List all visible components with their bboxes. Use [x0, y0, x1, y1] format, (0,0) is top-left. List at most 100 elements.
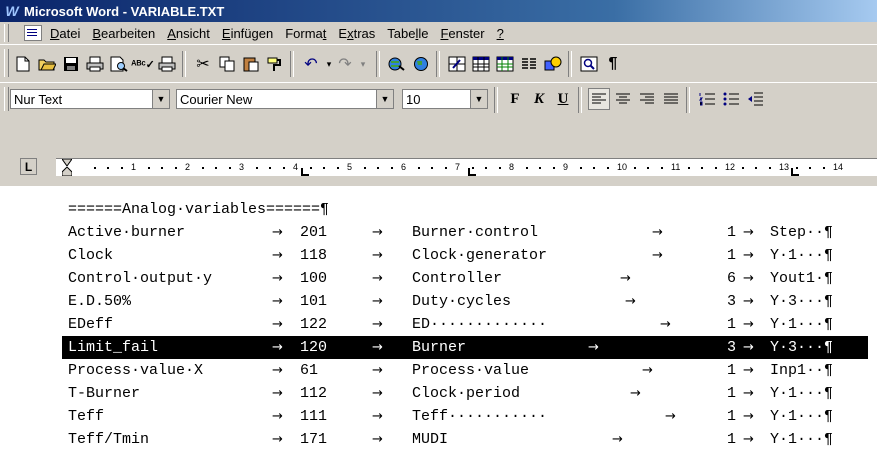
- ruler-tick: [579, 167, 582, 169]
- underline-button[interactable]: U: [552, 88, 574, 110]
- document-map-icon[interactable]: [578, 53, 600, 75]
- toolbar-grip[interactable]: [4, 49, 9, 77]
- first-line-indent-marker[interactable]: [61, 158, 73, 167]
- variable-id: 171: [300, 431, 328, 448]
- print-icon[interactable]: [84, 53, 106, 75]
- variable-block: Controller: [412, 270, 503, 287]
- text-line[interactable]: Process·value·X → 61 → Process·value → 1 → Inp1·…: [0, 359, 877, 382]
- insert-hyperlink-icon[interactable]: [386, 53, 408, 75]
- tab-selector[interactable]: L: [20, 158, 37, 175]
- menu-item-extras[interactable]: Extras: [332, 26, 381, 41]
- spelling-icon[interactable]: ᴬᴮᶜ✓: [131, 53, 155, 75]
- menu-item-fenster[interactable]: Fenster: [434, 26, 490, 41]
- bullet-list-icon[interactable]: [720, 88, 742, 110]
- variable-block: Burner: [412, 339, 467, 356]
- text-line[interactable]: Active·burner → 201 → Burner·control → 1 → Step·…: [0, 221, 877, 244]
- text-line[interactable]: Control·output·y → 100 → Controller → 6 → Yout1·…: [0, 267, 877, 290]
- columns-icon[interactable]: [518, 53, 540, 75]
- align-center-icon[interactable]: [612, 88, 634, 110]
- numbered-list-icon[interactable]: [696, 88, 718, 110]
- hanging-indent-marker[interactable]: [61, 166, 73, 177]
- ruler-number: 10: [617, 162, 628, 172]
- toolbar-grip[interactable]: [4, 87, 9, 111]
- insert-excel-icon[interactable]: [494, 53, 516, 75]
- drawing-icon[interactable]: [542, 53, 564, 75]
- redo-dropdown-icon[interactable]: ▾: [352, 53, 374, 75]
- tab-arrow-icon: →: [272, 248, 283, 263]
- horizontal-ruler[interactable]: 1 2 3 4 5 6 7 8 9 10 11 12 13 14: [56, 158, 877, 177]
- menu-bar: Datei Bearbeiten Ansicht Einfügen Format Extr…: [0, 22, 877, 45]
- menu-item-format[interactable]: Format: [279, 26, 332, 41]
- decrease-indent-icon[interactable]: [744, 88, 766, 110]
- text-line[interactable]: Clock → 118 → Clock·generator → 1 → Y·1···¶: [0, 244, 877, 267]
- ruler-tick: [417, 167, 420, 169]
- tab-arrow-icon: →: [372, 317, 383, 332]
- variable-block: ED·············: [412, 316, 548, 333]
- variable-name: Active·burner: [68, 224, 186, 241]
- ruler-tick: [161, 167, 163, 169]
- document-icon[interactable]: [24, 25, 42, 41]
- tab-arrow-icon: →: [743, 271, 754, 286]
- font-size-combo[interactable]: 10 ▼: [402, 89, 488, 109]
- open-folder-icon[interactable]: [36, 53, 58, 75]
- ruler-tick: [647, 167, 649, 169]
- menu-item-help[interactable]: ?: [491, 26, 510, 41]
- menubar-grip[interactable]: [4, 24, 9, 42]
- tab-stop-marker[interactable]: [301, 168, 309, 176]
- align-right-icon[interactable]: [636, 88, 658, 110]
- variable-count: 6: [727, 270, 737, 287]
- formatting-toolbar: Nur Text ▼ Courier New ▼ 10 ▼ F K U: [0, 82, 877, 118]
- print-preview-icon[interactable]: [108, 53, 130, 75]
- tab-arrow-icon: →: [743, 317, 754, 332]
- variable-id: 111: [300, 408, 328, 425]
- chevron-down-icon[interactable]: ▼: [376, 90, 393, 108]
- text-line[interactable]: T-Burner → 112 → Clock·period → 1 → Y·1···¶: [0, 382, 877, 405]
- menu-item-tabelle[interactable]: Tabelle: [381, 26, 434, 41]
- menu-item-einfügen[interactable]: Einfügen: [216, 26, 279, 41]
- style-combo[interactable]: Nur Text ▼: [10, 89, 170, 109]
- variable-output: Step··¶: [770, 224, 834, 241]
- text-line[interactable]: Teff → 111 → Teff··········· → 1 → Y·1···¶: [0, 405, 877, 428]
- new-document-icon[interactable]: [12, 53, 34, 75]
- tab-stop-marker[interactable]: [468, 168, 476, 176]
- text-line[interactable]: EDeff → 122 → ED············· → 1 → Y·1···¶: [0, 313, 877, 336]
- menu-item-datei[interactable]: Datei: [44, 26, 86, 41]
- paste-icon[interactable]: [240, 53, 262, 75]
- ruler-tick: [107, 167, 109, 169]
- ruler-tick: [714, 167, 717, 169]
- cut-icon[interactable]: ✂: [192, 53, 214, 75]
- variable-name: E.D.50%: [68, 293, 132, 310]
- chevron-down-icon[interactable]: ▼: [152, 90, 169, 108]
- tables-borders-icon[interactable]: [446, 53, 468, 75]
- tab-arrow-icon: →: [652, 248, 663, 263]
- save-icon[interactable]: [60, 53, 82, 75]
- font-combo[interactable]: Courier New ▼: [176, 89, 394, 109]
- show-hide-pilcrow-icon[interactable]: ¶: [602, 53, 624, 75]
- variable-block: Clock·period: [412, 385, 521, 402]
- italic-button[interactable]: K: [528, 88, 550, 110]
- variable-count: 3: [727, 293, 737, 310]
- justify-icon[interactable]: [660, 88, 682, 110]
- chevron-down-icon[interactable]: ▼: [470, 90, 487, 108]
- align-left-icon[interactable]: [588, 88, 610, 110]
- selected-text-line[interactable]: Limit_fail → 120 → Burner → 3 → Y·3···¶: [62, 336, 868, 359]
- ruler-tick: [228, 167, 231, 169]
- format-painter-icon[interactable]: [264, 53, 286, 75]
- variable-output: Y·1···¶: [770, 408, 834, 425]
- tab-arrow-icon: →: [372, 432, 383, 447]
- menu-item-ansicht[interactable]: Ansicht: [161, 26, 216, 41]
- variable-count: 1: [727, 431, 737, 448]
- document-page[interactable]: ======Analog·variables======¶ Active·bur…: [0, 186, 877, 470]
- menu-item-bearbeiten[interactable]: Bearbeiten: [86, 26, 161, 41]
- variable-output: Y·1···¶: [770, 431, 834, 448]
- tab-arrow-icon: →: [372, 386, 383, 401]
- print-direct-icon[interactable]: [156, 53, 178, 75]
- word-app-icon[interactable]: W: [4, 3, 20, 19]
- copy-icon[interactable]: [216, 53, 238, 75]
- web-toolbar-icon[interactable]: [410, 53, 432, 75]
- tab-stop-marker[interactable]: [791, 168, 799, 176]
- insert-table-icon[interactable]: [470, 53, 492, 75]
- text-line[interactable]: Teff/Tmin → 171 → MUDI → 1 → Y·1···¶: [0, 428, 877, 451]
- bold-button[interactable]: F: [504, 88, 526, 110]
- text-line[interactable]: E.D.50% → 101 → Duty·cycles → 3 → Y·3···¶: [0, 290, 877, 313]
